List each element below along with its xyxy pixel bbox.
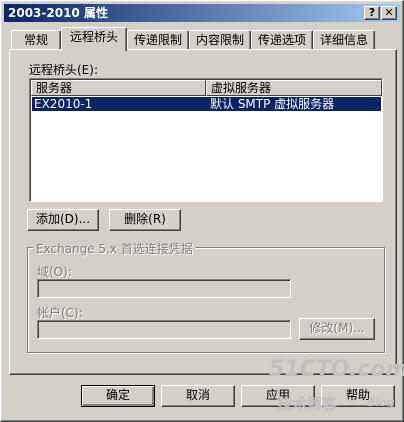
column-header-virtual-server[interactable]: 虚拟服务器: [206, 80, 382, 96]
tab-delivery-restrictions[interactable]: 传递限制: [127, 30, 189, 50]
properties-dialog: 2003-2010 属性 ? ✕ 常规 远程桥头 传递限制 内容限制 传递选项 …: [0, 0, 404, 422]
watermark-blog: Blog: [367, 396, 395, 409]
table-row[interactable]: EX2010-1 默认 SMTP 虚拟服务器: [32, 97, 381, 111]
exchange5-group-title: Exchange 5.x 首选连接凭据: [33, 240, 196, 257]
tab-content-restrictions[interactable]: 内容限制: [189, 30, 251, 50]
remove-button[interactable]: 删除(R): [109, 209, 181, 231]
ok-button[interactable]: 确定: [81, 385, 155, 407]
tab-general[interactable]: 常规: [11, 30, 61, 50]
cancel-button[interactable]: 取消: [161, 385, 235, 407]
column-header-server[interactable]: 服务器: [31, 80, 206, 96]
account-label: 帐户(C):: [37, 306, 83, 320]
add-button[interactable]: 添加(D)...: [27, 209, 99, 231]
bridgehead-list[interactable]: 服务器 虚拟服务器 EX2010-1 默认 SMTP 虚拟服务器: [29, 78, 383, 202]
row-virtual-server: 默认 SMTP 虚拟服务器: [210, 97, 335, 111]
window-title: 2003-2010 属性: [8, 6, 108, 20]
tab-delivery-options[interactable]: 传递选项: [251, 30, 313, 50]
help-title-button[interactable]: ?: [364, 6, 380, 20]
tab-remote-bridgehead[interactable]: 远程桥头: [61, 27, 127, 51]
tab-details[interactable]: 详细信息: [313, 30, 375, 50]
bridgehead-list-label: 远程桥头(E):: [29, 63, 98, 77]
row-server: EX2010-1: [34, 97, 93, 111]
domain-field[interactable]: [37, 279, 291, 298]
title-bar: 2003-2010 属性 ? ✕: [4, 4, 400, 22]
close-button[interactable]: ✕: [381, 6, 397, 20]
modify-button[interactable]: 修改(M)...: [299, 318, 375, 340]
watermark-site: 51CTO.com: [269, 357, 404, 382]
account-field[interactable]: [37, 320, 291, 339]
domain-label: 域(O):: [37, 265, 72, 279]
watermark-tagline: 技术博客: [277, 395, 338, 413]
